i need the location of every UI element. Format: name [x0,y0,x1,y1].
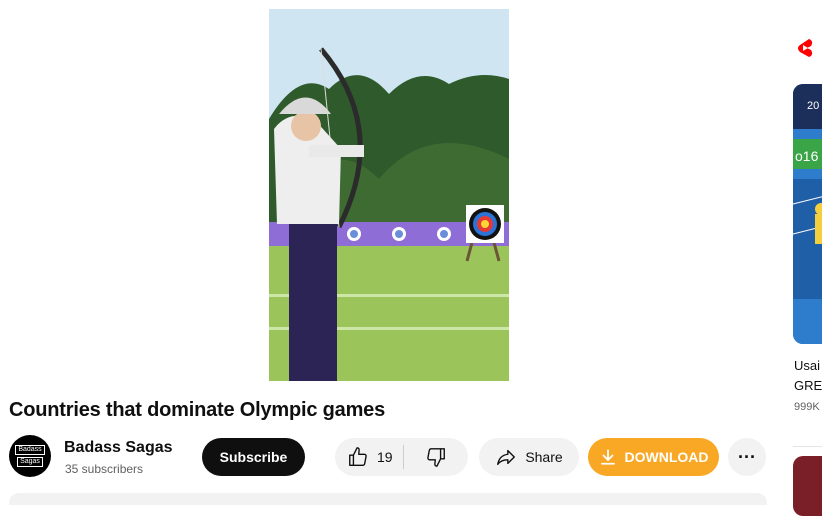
download-label: DOWNLOAD [624,449,709,465]
channel-name[interactable]: Badass Sagas [64,439,173,457]
thumb-text-year: 20 [807,100,820,112]
more-dots-icon: ··· [738,446,756,467]
sprinter-scene-image [793,84,822,344]
like-button[interactable]: 19 [335,438,403,476]
dislike-button[interactable] [404,438,468,476]
share-label: Share [525,449,563,465]
shorts-thumbnail[interactable]: 20 o16 [793,84,822,344]
shelf-divider [793,446,822,447]
video-title: Countries that dominate Olympic games [9,399,386,421]
owner-row: Badass Sagas Badass Sagas 35 subscribers… [9,435,769,479]
shorts-thumbnail-next[interactable] [793,456,822,516]
share-button[interactable]: Share [479,438,579,476]
shorts-title-line-2: GRE [794,378,822,393]
subscribe-button[interactable]: Subscribe [202,438,305,476]
like-count: 19 [377,449,393,465]
avatar-text-bottom: Sagas [17,457,43,467]
more-actions-button[interactable]: ··· [728,438,766,476]
download-button[interactable]: DOWNLOAD [588,438,719,476]
channel-avatar[interactable]: Badass Sagas [9,435,51,477]
subscriber-count: 35 subscribers [65,462,144,476]
thumbs-up-icon [349,447,367,466]
shorts-icon [798,39,813,57]
download-icon [600,449,615,465]
archer-scene-image [269,9,509,381]
shorts-title-line-1: Usai [794,358,821,373]
shorts-views: 999K [794,401,820,413]
description-box[interactable] [9,493,767,505]
like-dislike-group: 19 [335,438,468,476]
video-player[interactable] [269,9,509,381]
thumbs-down-icon [427,448,445,467]
thumb-text-olympics: o16 [795,148,819,164]
avatar-text-top: Badass [15,445,45,455]
shorts-title[interactable]: Usai GRE [794,356,822,396]
share-arrow-icon [497,449,516,466]
